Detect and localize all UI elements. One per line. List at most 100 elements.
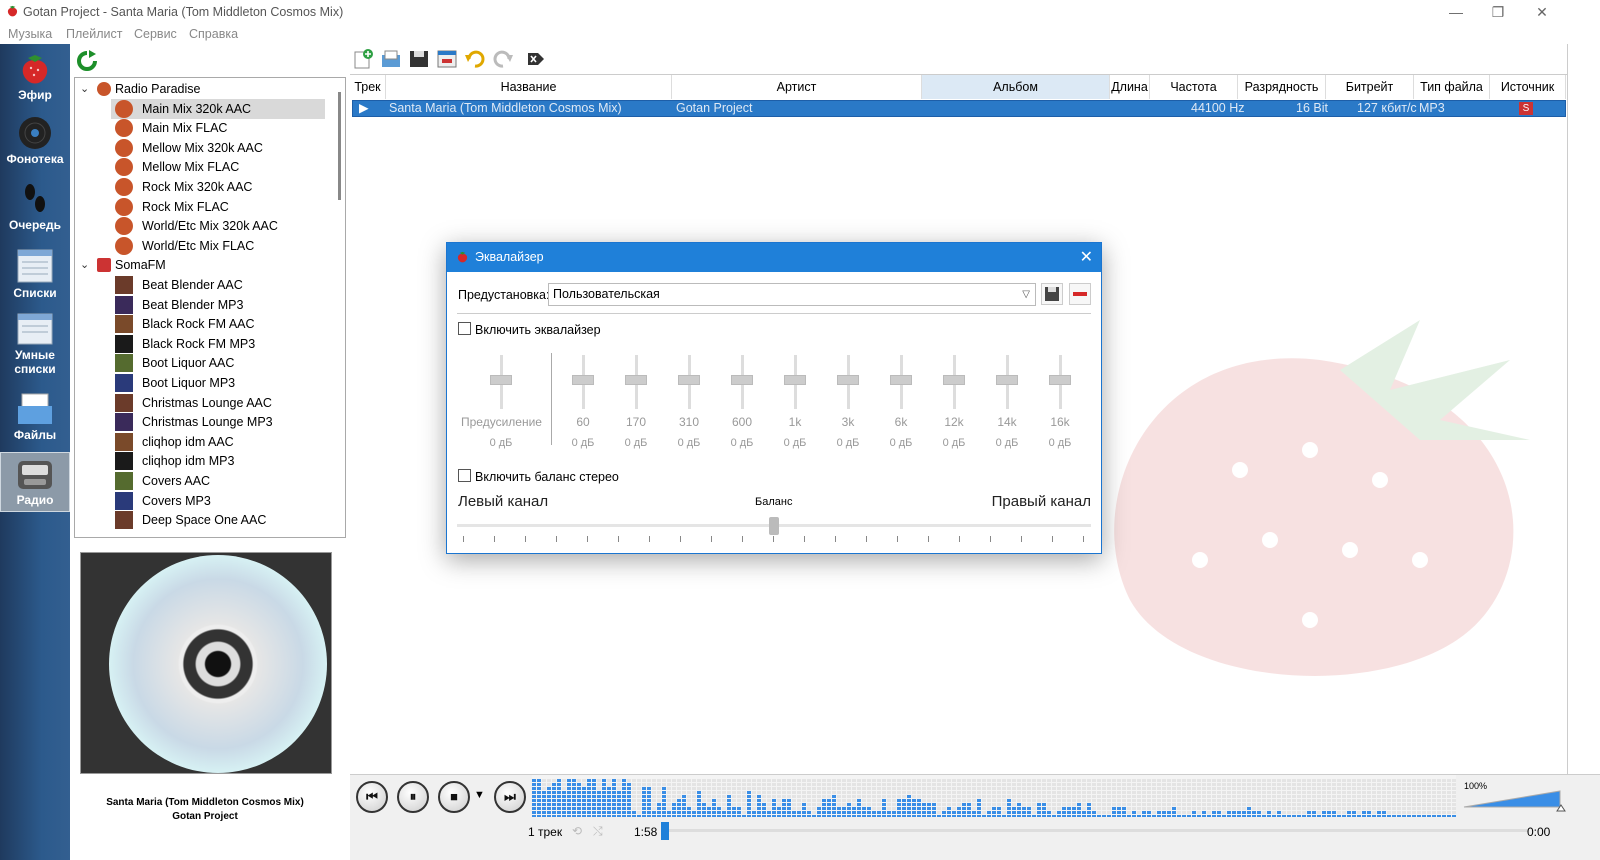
nav-item-broadcast[interactable]: Эфир xyxy=(0,52,70,112)
station-item[interactable]: Black Rock FM AAC xyxy=(111,314,325,334)
close-button[interactable]: ✕ xyxy=(1522,2,1562,22)
column-header-file-type[interactable]: Тип файла xyxy=(1414,75,1490,99)
station-item[interactable]: Main Mix FLAC xyxy=(111,118,325,138)
nav-item-files[interactable]: Файлы xyxy=(0,390,70,450)
eq-band-slider[interactable]: 12k 0 дБ xyxy=(928,351,980,461)
enable-eq-checkbox[interactable] xyxy=(458,322,471,335)
slider-thumb[interactable] xyxy=(890,375,912,385)
station-item[interactable]: Boot Liquor MP3 xyxy=(111,373,325,393)
station-item[interactable]: Covers MP3 xyxy=(111,491,325,511)
station-item[interactable]: Mellow Mix FLAC xyxy=(111,157,325,177)
column-header-album[interactable]: Альбом xyxy=(922,75,1110,99)
stop-options-chevron-icon[interactable]: ▼ xyxy=(474,789,485,801)
chevron-down-icon[interactable]: ⌄ xyxy=(80,79,89,99)
previous-button[interactable]: ⏮ xyxy=(356,781,388,813)
station-item[interactable]: Beat Blender AAC xyxy=(111,275,325,295)
slider-thumb[interactable] xyxy=(625,375,647,385)
undo-icon[interactable] xyxy=(464,49,486,69)
nav-item-library[interactable]: Фонотека xyxy=(0,116,70,176)
menu-help[interactable]: Справка xyxy=(189,27,238,41)
station-item[interactable]: Beat Blender MP3 xyxy=(111,295,325,315)
shuffle-icon[interactable]: ⤭ xyxy=(593,824,603,839)
station-item[interactable]: Rock Mix 320k AAC xyxy=(111,177,325,197)
column-header-track[interactable]: Трек xyxy=(350,75,386,99)
tree-group[interactable]: ⌄ SomaFM xyxy=(75,255,325,275)
slider-thumb[interactable] xyxy=(490,375,512,385)
slider-thumb[interactable] xyxy=(996,375,1018,385)
eq-band-slider[interactable]: 6k 0 дБ xyxy=(875,351,927,461)
spectrum-visualizer[interactable] xyxy=(532,775,1456,817)
tree-scrollbar[interactable] xyxy=(338,92,341,200)
chevron-down-icon[interactable]: ⌄ xyxy=(80,255,89,275)
column-header-bitrate[interactable]: Битрейт xyxy=(1326,75,1414,99)
eq-band-slider[interactable]: 16k 0 дБ xyxy=(1034,351,1086,461)
new-playlist-icon[interactable] xyxy=(352,49,374,69)
nav-item-smart-playlists[interactable]: Умные списки xyxy=(0,312,70,384)
eq-band-slider[interactable]: 3k 0 дБ xyxy=(822,351,874,461)
enable-balance-checkbox[interactable] xyxy=(458,469,471,482)
repeat-icon[interactable]: ⟲ xyxy=(572,824,582,838)
maximize-button[interactable]: ❐ xyxy=(1478,2,1518,22)
station-item[interactable]: Rock Mix FLAC xyxy=(111,197,325,217)
slider-thumb[interactable] xyxy=(678,375,700,385)
seek-bar[interactable] xyxy=(668,829,1528,832)
eq-band-slider[interactable]: 600 0 дБ xyxy=(716,351,768,461)
station-item[interactable]: cliqhop idm MP3 xyxy=(111,451,325,471)
station-item[interactable]: Christmas Lounge AAC xyxy=(111,393,325,413)
menu-tools[interactable]: Сервис xyxy=(134,27,177,41)
station-item[interactable]: World/Etc Mix 320k AAC xyxy=(111,216,325,236)
preset-select[interactable]: Пользовательская ▽ xyxy=(548,283,1036,306)
station-item[interactable]: World/Etc Mix FLAC xyxy=(111,236,325,256)
stop-button[interactable]: ■ xyxy=(438,781,470,813)
playlist-settings-icon[interactable] xyxy=(436,49,458,69)
station-item[interactable]: Mellow Mix 320k AAC xyxy=(111,138,325,158)
station-item[interactable]: Christmas Lounge MP3 xyxy=(111,412,325,432)
load-playlist-icon[interactable] xyxy=(380,49,402,69)
next-button[interactable]: ⏭ xyxy=(494,781,526,813)
seek-thumb[interactable] xyxy=(661,822,669,840)
eq-band-slider[interactable]: 310 0 дБ xyxy=(663,351,715,461)
nav-item-queue[interactable]: Очередь xyxy=(0,182,70,242)
slider-thumb[interactable] xyxy=(837,375,859,385)
eq-band-slider[interactable]: 14k 0 дБ xyxy=(981,351,1033,461)
column-header-length[interactable]: Длина xyxy=(1110,75,1150,99)
pause-button[interactable]: ⏸ xyxy=(397,781,429,813)
balance-slider-thumb[interactable] xyxy=(769,517,779,535)
column-header-sample-rate[interactable]: Частота xyxy=(1150,75,1238,99)
column-header-title[interactable]: Название xyxy=(386,75,672,99)
eq-preamp-slider[interactable]: Предусиление 0 дБ xyxy=(461,351,542,461)
slider-thumb[interactable] xyxy=(731,375,753,385)
redo-icon[interactable] xyxy=(492,49,514,69)
slider-thumb[interactable] xyxy=(1049,375,1071,385)
station-item[interactable]: cliqhop idm AAC xyxy=(111,432,325,452)
save-preset-button[interactable] xyxy=(1041,283,1063,305)
slider-thumb[interactable] xyxy=(943,375,965,385)
eq-band-slider[interactable]: 170 0 дБ xyxy=(610,351,662,461)
column-header-bit-depth[interactable]: Разрядность xyxy=(1238,75,1326,99)
station-item[interactable]: Black Rock FM MP3 xyxy=(111,334,325,354)
column-header-source[interactable]: Источник xyxy=(1490,75,1566,99)
save-playlist-icon[interactable] xyxy=(408,49,430,69)
volume-control[interactable]: 100% xyxy=(1462,779,1566,813)
station-item[interactable]: Covers AAC xyxy=(111,471,325,491)
station-item[interactable]: Main Mix 320k AAC xyxy=(111,98,325,119)
delete-preset-button[interactable] xyxy=(1069,283,1091,305)
dialog-close-icon[interactable]: ✕ xyxy=(1080,243,1093,272)
refresh-icon[interactable] xyxy=(76,50,98,72)
menu-music[interactable]: Музыка xyxy=(8,27,52,41)
station-item[interactable]: Deep Space One AAC xyxy=(111,510,325,530)
slider-thumb[interactable] xyxy=(572,375,594,385)
menu-playlist[interactable]: Плейлист xyxy=(66,27,122,41)
eq-band-slider[interactable]: 60 0 дБ xyxy=(557,351,609,461)
nav-item-playlists[interactable]: Списки xyxy=(0,248,70,308)
band-frequency: 14k xyxy=(997,415,1017,429)
eq-band-slider[interactable]: 1k 0 дБ xyxy=(769,351,821,461)
playlist-row[interactable]: ▶ Santa Maria (Tom Middleton Cosmos Mix)… xyxy=(352,100,1566,117)
clear-playlist-icon[interactable] xyxy=(524,49,546,69)
nav-item-radio[interactable]: Радио xyxy=(0,452,70,512)
column-header-artist[interactable]: Артист xyxy=(672,75,922,99)
station-item[interactable]: Boot Liquor AAC xyxy=(111,353,325,373)
tree-group[interactable]: ⌄ Radio Paradise xyxy=(75,79,325,99)
slider-thumb[interactable] xyxy=(784,375,806,385)
minimize-button[interactable]: — xyxy=(1436,2,1476,22)
